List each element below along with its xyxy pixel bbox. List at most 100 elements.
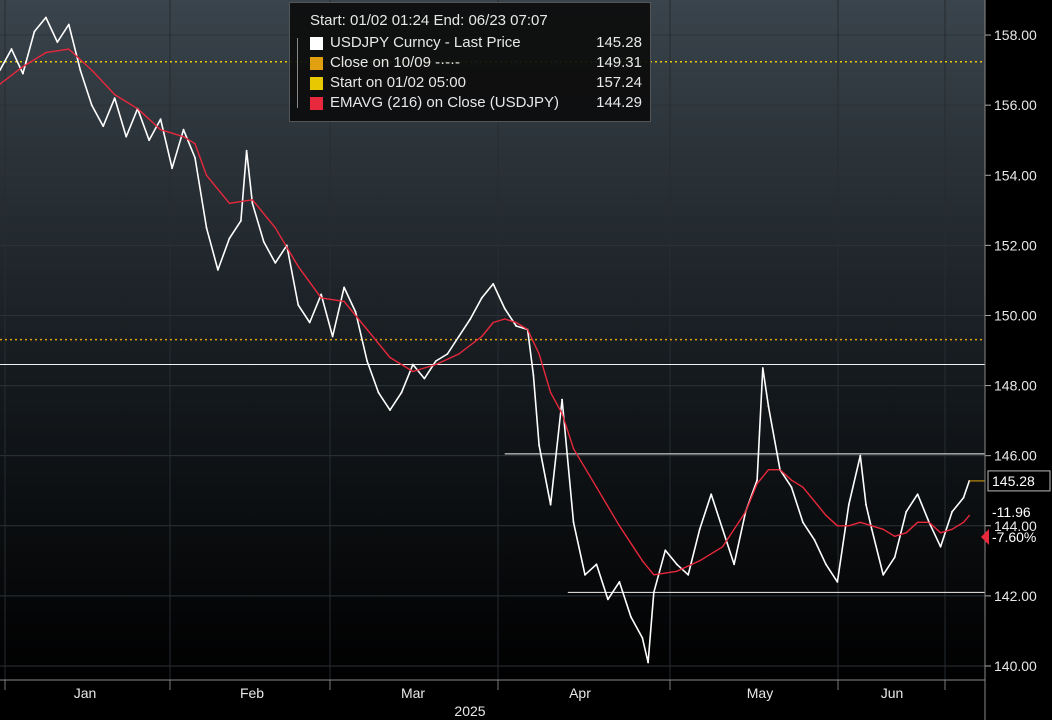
- legend-entry-close-1009[interactable]: Close on 10/09 -·-·- 149.31: [310, 54, 642, 74]
- right-value-label: -11.96: [992, 504, 1031, 520]
- emavg-point: [813, 500, 816, 502]
- price-point: [549, 503, 552, 506]
- y-tick-label: 146.00: [994, 448, 1037, 464]
- emavg-point: [939, 532, 942, 534]
- price-point: [756, 479, 758, 482]
- price-point: [446, 353, 449, 355]
- price-point: [423, 377, 426, 380]
- price-point: [561, 398, 563, 401]
- price-point: [297, 304, 300, 306]
- price-point: [721, 528, 724, 531]
- legend-swatch: [310, 37, 323, 50]
- emavg-point: [68, 48, 70, 50]
- emavg-point: [779, 468, 781, 471]
- legend-box: Start: 01/02 01:24 End: 06/23 07:07 USDJ…: [289, 2, 651, 122]
- legend-header: Start: 01/02 01:24 End: 06/23 07:07: [310, 12, 548, 29]
- legend-value: 144.29: [596, 94, 642, 111]
- emavg-point: [882, 528, 884, 530]
- x-tick-label: Jan: [74, 685, 97, 701]
- price-point: [865, 503, 867, 506]
- emavg-point: [721, 546, 724, 548]
- legend-swatch: [310, 77, 323, 90]
- emavg-point: [767, 468, 770, 471]
- price-point: [618, 580, 621, 583]
- price-point: [916, 493, 919, 496]
- emavg-point: [561, 412, 563, 415]
- right-value-label: 145.28: [992, 473, 1035, 489]
- emavg-point: [114, 93, 116, 96]
- price-point: [761, 367, 764, 369]
- emavg-point: [905, 532, 907, 534]
- price-point: [647, 661, 649, 664]
- x-tick-label: Feb: [240, 685, 264, 701]
- y-tick-label: 154.00: [994, 167, 1037, 183]
- price-point: [607, 598, 609, 601]
- price-point: [90, 104, 93, 107]
- legend-entry-emavg[interactable]: EMAVG (216) on Close (USDJPY) 144.29: [310, 94, 642, 114]
- emavg-point: [91, 69, 93, 71]
- emavg-point: [894, 535, 896, 537]
- price-point: [492, 283, 495, 285]
- y-tick-label: 142.00: [994, 588, 1037, 604]
- emavg-point: [366, 328, 368, 331]
- emavg-point: [182, 136, 185, 138]
- price-point: [572, 521, 575, 524]
- price-point: [113, 97, 116, 100]
- emavg-point: [676, 570, 678, 573]
- emavg-point: [962, 521, 965, 523]
- emavg-point: [916, 521, 919, 523]
- price-point: [171, 167, 173, 170]
- price-point: [228, 237, 231, 240]
- x-tick-label: Jun: [881, 685, 904, 701]
- price-point: [159, 118, 162, 121]
- price-point: [710, 493, 713, 496]
- emavg-point: [515, 321, 517, 324]
- emavg-point: [297, 265, 299, 268]
- price-point: [905, 510, 908, 513]
- emavg-point: [538, 353, 540, 355]
- price-point: [217, 268, 219, 271]
- price-point: [641, 637, 644, 639]
- x-tick-label: Mar: [401, 685, 425, 701]
- emavg-point: [549, 391, 552, 394]
- legend-tree-line: [297, 38, 305, 108]
- emavg-point: [228, 202, 231, 204]
- emavg-point: [802, 486, 804, 488]
- price-point: [951, 510, 953, 513]
- price-point: [532, 374, 535, 376]
- emavg-point: [251, 199, 254, 201]
- x-tick-label: May: [747, 685, 773, 701]
- price-point: [595, 563, 598, 566]
- price-point: [790, 486, 793, 489]
- legend-value: 149.31: [596, 54, 642, 71]
- y-tick-label: 148.00: [994, 378, 1037, 394]
- y-tick-label: 152.00: [994, 237, 1037, 253]
- price-point: [366, 360, 368, 362]
- emavg-point: [435, 363, 437, 366]
- emavg-point: [343, 300, 345, 303]
- y-tick-label: 158.00: [994, 27, 1037, 43]
- price-point: [320, 293, 323, 296]
- legend-swatch: [310, 97, 323, 110]
- price-point: [389, 409, 391, 412]
- price-point: [331, 335, 334, 338]
- price-point: [859, 454, 862, 457]
- legend-entry-last-price[interactable]: USDJPY Curncy - Last Price 145.28: [310, 34, 642, 54]
- emavg-point: [595, 486, 598, 488]
- y-tick-label: 156.00: [994, 97, 1037, 113]
- price-point: [515, 325, 518, 327]
- price-point: [33, 30, 36, 33]
- emavg-point: [951, 528, 953, 530]
- emavg-point: [653, 574, 655, 576]
- emavg-point: [699, 560, 701, 562]
- price-point: [354, 311, 357, 313]
- price-point: [767, 405, 770, 408]
- emavg-point: [618, 525, 621, 527]
- legend-value: 145.28: [596, 34, 642, 51]
- legend-entry-start[interactable]: Start on 01/02 05:00 157.24: [310, 74, 642, 94]
- price-point: [652, 591, 655, 594]
- emavg-point: [572, 447, 575, 450]
- legend-swatch: [310, 57, 323, 70]
- emavg-point: [859, 521, 861, 523]
- price-point: [22, 72, 24, 75]
